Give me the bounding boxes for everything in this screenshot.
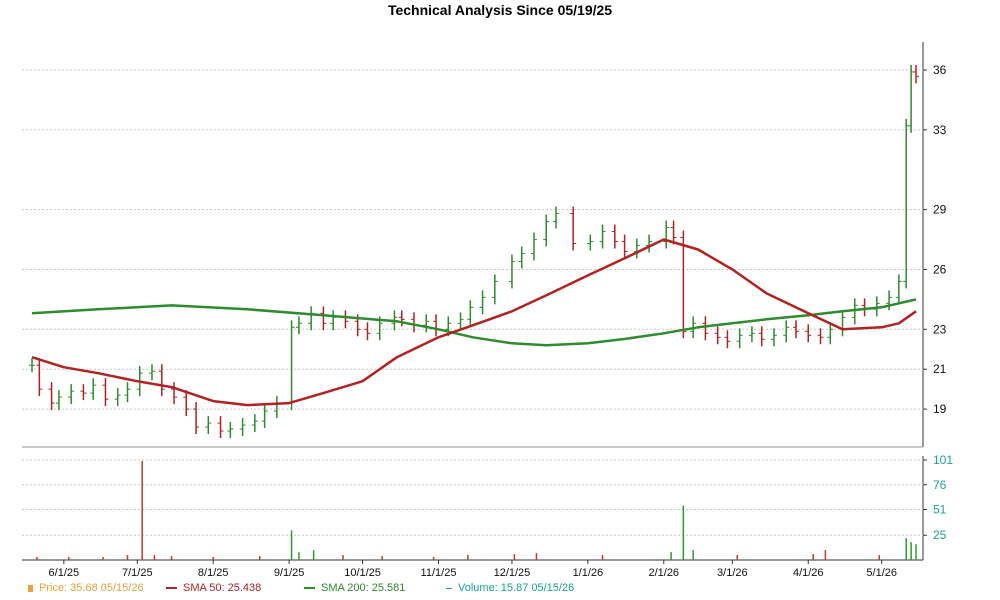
price-tick-label: 36	[933, 63, 947, 77]
legend-sma50-swatch	[166, 587, 177, 590]
volume-tick-label: 76	[933, 478, 947, 492]
volume-tick-label: 25	[933, 528, 947, 542]
volume-tick-label: 51	[933, 503, 947, 517]
price-tick-label: 23	[933, 322, 947, 336]
x-tick-label: 7/1/25	[122, 567, 153, 579]
legend-sma50-label: SMA 50: 25.438	[183, 582, 262, 594]
legend-sma200-swatch	[304, 587, 315, 590]
sma50-line	[31, 238, 917, 407]
x-tick-label: 6/1/25	[49, 567, 80, 579]
legend-volume-swatch	[446, 587, 452, 589]
price-tick-label: 33	[933, 123, 947, 137]
legend-price-label: Price: 35.68 05/15/26	[39, 582, 144, 594]
legend-price-swatch	[28, 584, 33, 592]
price-tick-label: 29	[933, 203, 947, 217]
price-tick-label: 26	[933, 262, 947, 276]
sma200-line	[31, 298, 917, 347]
x-tick-label: 5/1/26	[866, 567, 897, 579]
x-tick-label: 4/1/26	[793, 567, 824, 579]
x-tick-label: 2/1/26	[648, 567, 679, 579]
stock-chart: 19 21 23 26 29 33 36 25 51 76 101 6/1/25 7/1/25 8/1/2…	[22, 42, 953, 579]
legend-sma200-label: SMA 200: 25.581	[321, 582, 406, 594]
legend-sma50: SMA 50: 25.438	[166, 582, 261, 594]
volume-tick-label: 101	[933, 453, 953, 467]
chart-frame: Technical Analysis Since 05/19/25 19 21 23…	[0, 0, 1000, 600]
legend-sma200: SMA 200: 25.581	[304, 582, 405, 594]
price-tick-label: 21	[933, 362, 947, 376]
legend-price: Price: 35.68 05/15/26	[28, 582, 144, 594]
legend-volume-label: Volume: 15.87 05/15/26	[458, 582, 575, 594]
x-tick-label: 8/1/25	[198, 567, 229, 579]
x-tick-label: 3/1/26	[717, 567, 748, 579]
x-tick-label: 11/1/25	[421, 567, 457, 579]
x-tick-label: 12/1/25	[494, 567, 531, 579]
legend-volume: Volume: 15.87 05/15/26	[446, 582, 574, 594]
x-tick-label: 1/1/26	[573, 567, 604, 579]
x-tick-label: 9/1/25	[274, 567, 305, 579]
x-tick-label: 10/1/25	[344, 567, 381, 579]
price-tick-label: 19	[933, 402, 947, 416]
chart-legend: Price: 35.68 05/15/26 SMA 50: 25.438 SMA…	[0, 580, 1000, 596]
